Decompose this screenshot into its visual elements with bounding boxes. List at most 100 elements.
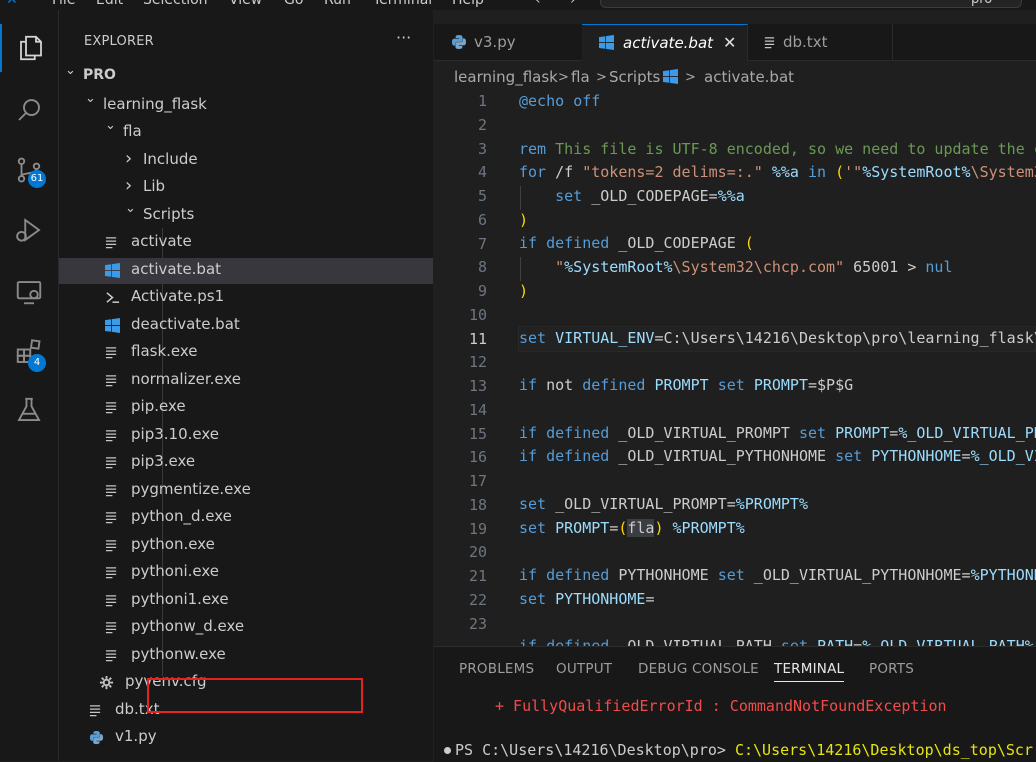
terminal-error-line: + FullyQualifiedErrorId : CommandNotFoun… (495, 697, 947, 715)
line-number: 15 (468, 424, 487, 443)
text-file-icon (105, 620, 121, 636)
search-icon[interactable] (0, 86, 58, 134)
tree-item[interactable]: python.exe (59, 533, 433, 559)
command-center-search[interactable]: pro (600, 0, 1022, 8)
line-number: 14 (468, 400, 487, 419)
text-file-icon (105, 455, 121, 471)
chevron-down-icon: ⌄ (105, 118, 116, 133)
tab-ports[interactable]: PORTS (869, 661, 914, 677)
menu-run[interactable]: Run (324, 0, 351, 8)
line-number: 8 (477, 258, 487, 277)
source-control-badge: 61 (28, 170, 46, 188)
line-number: 7 (477, 234, 487, 253)
tree-item[interactable]: pythonw_d.exe (59, 615, 433, 641)
run-debug-icon[interactable] (0, 206, 58, 254)
tab-label: activate.bat (623, 34, 714, 52)
tree-item-label: normalizer.exe (131, 369, 241, 388)
tree-item-label: deactivate.bat (131, 314, 240, 333)
tree-item[interactable]: flask.exe (59, 340, 433, 366)
line-number: 4 (477, 163, 487, 182)
text-file-icon (105, 538, 121, 554)
code-line: for /f "tokens=2 delims=:." %%a in ('"%S… (519, 163, 1036, 181)
tree-item[interactable]: v1.py (59, 725, 433, 751)
menu-selection[interactable]: Selection (143, 0, 208, 8)
tree-item[interactable]: ⌄ fla (59, 118, 433, 146)
code-line: if defined PYTHONHOME set _OLD_VIRTUAL_P… (519, 566, 1036, 584)
line-number: 13 (468, 377, 487, 395)
explorer-sidebar: EXPLORER ··· ⌄ PRO ⌄ learning_flask ⌄ fla › Inc… (59, 10, 433, 761)
menu-view[interactable]: View (229, 0, 262, 8)
tree-item[interactable]: activate.bat (59, 257, 433, 284)
text-file-icon (105, 400, 121, 416)
windows-icon (105, 317, 121, 334)
chevron-right-icon: › (125, 147, 133, 169)
menu-file[interactable]: File (52, 0, 75, 8)
extensions-badge: 4 (28, 354, 46, 372)
vscode-logo-icon[interactable]: ✕ (6, 0, 18, 8)
text-file-icon (105, 428, 121, 444)
testing-icon[interactable] (0, 386, 58, 434)
tree-item-label: pygmentize.exe (131, 479, 251, 498)
tree-item[interactable]: python_d.exe (59, 505, 433, 531)
tree-item[interactable]: pythoni1.exe (59, 588, 433, 614)
breadcrumb-item[interactable]: learning_flask (454, 68, 558, 86)
tree-item-label: fla (123, 122, 142, 140)
tree-item-label: pythonw.exe (131, 644, 226, 663)
nav-back-icon[interactable]: ‹ (535, 0, 541, 8)
source-control-icon[interactable]: 61 (0, 146, 58, 194)
line-number: 1 (477, 92, 487, 110)
code-line: ) (519, 282, 529, 300)
close-icon[interactable]: ✕ (723, 33, 736, 52)
tree-item[interactable]: ⌄ learning_flask (59, 91, 433, 119)
tree-item[interactable]: pygmentize.exe (59, 478, 433, 504)
menu-edit[interactable]: Edit (96, 0, 123, 8)
more-actions-icon[interactable]: ··· (396, 28, 411, 47)
tree-item[interactable]: Activate.ps1 (59, 285, 433, 311)
line-number: 19 (468, 519, 487, 538)
tree-item[interactable]: deactivate.bat (59, 313, 433, 339)
text-file-icon (105, 373, 121, 389)
tab-terminal[interactable]: TERMINAL (774, 661, 845, 682)
extensions-icon[interactable]: 4 (0, 328, 58, 376)
menu-help[interactable]: Help (452, 0, 484, 8)
remote-explorer-icon[interactable] (0, 268, 58, 316)
tree-item[interactable]: pip3.exe (59, 450, 433, 476)
nav-forward-icon[interactable]: › (570, 0, 576, 8)
code-line: set _OLD_CODEPAGE=%%a (555, 187, 745, 205)
tree-item[interactable]: ⌄ Scripts (59, 201, 433, 229)
explorer-icon[interactable] (0, 24, 60, 72)
tab-activate-bat[interactable]: activate.bat ✕ (582, 24, 748, 61)
code-line: if defined _OLD_CODEPAGE ( (519, 234, 754, 252)
line-number: 2 (477, 115, 487, 134)
line-number: 9 (477, 282, 487, 300)
text-file-icon (89, 703, 105, 719)
code-line: if defined _OLD_VIRTUAL_PROMPT set PROMP… (519, 424, 1036, 442)
tree-item-label: PRO (83, 67, 116, 83)
code-editor[interactable]: 1 2 3 4 5 6 7 8 9 10 11 12 13 14 15 16 17 18 19 20 21 22 23 @e… (434, 90, 1036, 646)
tree-item-label: python_d.exe (131, 507, 232, 525)
breadcrumb-item[interactable]: Scripts (609, 68, 660, 86)
breadcrumb-item[interactable]: activate.bat (704, 68, 794, 86)
tree-item[interactable]: activate (59, 230, 433, 256)
tree-item[interactable]: normalizer.exe (59, 368, 433, 394)
chevron-right-icon: › (125, 175, 133, 196)
breadcrumb-item[interactable]: fla (571, 68, 590, 86)
code-line: if defined _OLD_VIRTUAL_PATH set PATH=%_… (519, 637, 1034, 646)
tree-item[interactable]: ⌄ PRO (59, 63, 433, 91)
code-line: set VIRTUAL_ENV=C:\Users\14216\Desktop\p… (519, 329, 1036, 347)
tree-item[interactable]: › Lib (59, 175, 433, 201)
tree-item[interactable]: › Include (59, 148, 433, 174)
python-icon (451, 34, 467, 50)
tree-item[interactable]: pythoni.exe (59, 560, 433, 586)
tab-v3-py[interactable]: v3.py (434, 24, 583, 60)
tree-item[interactable]: pip.exe (59, 395, 433, 421)
tab-problems[interactable]: PROBLEMS (459, 661, 534, 677)
menu-terminal[interactable]: Terminal (373, 0, 432, 8)
menu-go[interactable]: Go (284, 0, 303, 8)
tree-item[interactable]: pip3.10.exe (59, 423, 433, 449)
tree-item[interactable]: pythonw.exe (59, 643, 433, 669)
tab-debug-console[interactable]: DEBUG CONSOLE (638, 661, 759, 677)
tab-output[interactable]: OUTPUT (556, 661, 612, 677)
terminal-prompt-line[interactable]: PS C:\Users\14216\Desktop\pro> C:\Users\… (444, 741, 1033, 759)
tab-db-txt[interactable]: db.txt (747, 24, 893, 60)
